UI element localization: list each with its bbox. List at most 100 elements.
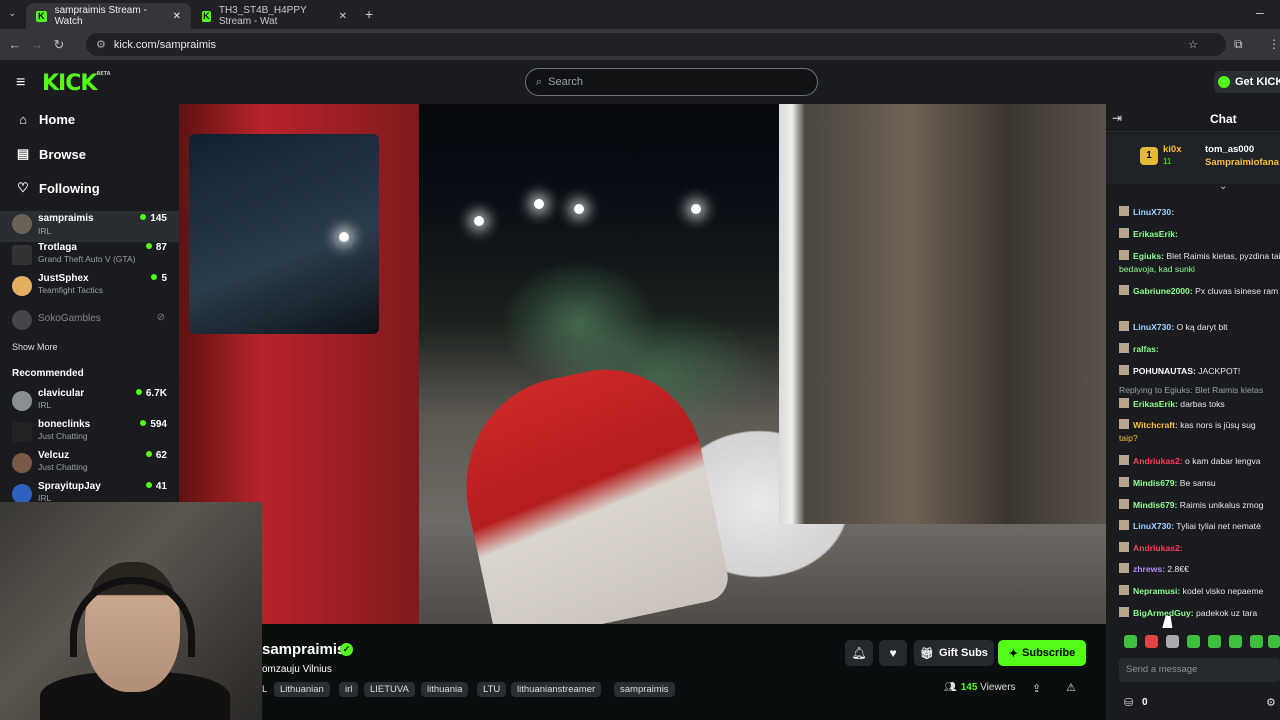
emote-icon[interactable] xyxy=(1250,635,1263,648)
new-tab-icon[interactable]: + xyxy=(365,6,373,22)
tag-item[interactable]: lithuania xyxy=(421,682,469,697)
emote-icon[interactable] xyxy=(1187,635,1200,648)
chat-panel xyxy=(1106,104,1280,720)
pinned-gifters: 1 ki0x 11 tom_as000 Sampraimiofana xyxy=(1106,134,1280,184)
tag-item[interactable]: Lithuanian xyxy=(274,682,330,697)
chat-settings-gear-icon[interactable]: ⚙ xyxy=(1266,696,1276,709)
tab-sampraimis[interactable]: K sampraimis Stream - Watch ✕ xyxy=(26,3,191,29)
emote-icon[interactable] xyxy=(1124,635,1137,648)
sidebar-channel-clavicular[interactable]: clavicular IRL 6.7K xyxy=(0,388,179,419)
sidebar-channel-sampraimis[interactable]: sampraimis IRL 145 xyxy=(0,211,179,242)
tab-list-icon[interactable]: ⌄ xyxy=(8,8,16,19)
tab-th3[interactable]: K TH3_ST4B_H4PPY Stream - Wat ✕ xyxy=(192,3,357,29)
tag-item[interactable]: LTU xyxy=(477,682,507,697)
chat-badge-icon xyxy=(1119,321,1129,331)
chat-username[interactable]: Mindis679: xyxy=(1133,500,1177,510)
show-more-link[interactable]: Show More xyxy=(12,342,58,352)
video-player[interactable] xyxy=(179,104,1106,624)
chat-username[interactable]: Nepramusi: xyxy=(1133,586,1180,596)
chat-username[interactable]: Andriukas2: xyxy=(1133,543,1183,553)
kick-logo[interactable]: KICKBETA xyxy=(42,71,111,96)
video-streetlight xyxy=(339,232,349,242)
sidebar-channel-trotlaga[interactable]: Trotlaga Grand Theft Auto V (GTA) 87 xyxy=(0,242,179,273)
tag-item[interactable]: irl xyxy=(339,682,359,697)
follow-heart-button[interactable]: ♥ xyxy=(879,640,907,666)
headphones-icon xyxy=(70,577,195,657)
nav-following[interactable]: ♡ Following xyxy=(16,180,99,196)
report-warning-icon[interactable]: ⚠ xyxy=(1066,681,1076,694)
hamburger-menu-icon[interactable]: ≡ xyxy=(16,74,25,92)
site-info-icon[interactable]: ⚙ xyxy=(96,38,106,51)
chat-message: BigArmedGuy: padekok uz tara xyxy=(1119,607,1280,619)
chat-username[interactable]: ErikasErik: xyxy=(1133,229,1178,239)
chat-username[interactable]: Gabriune2000: xyxy=(1133,286,1193,296)
chat-username[interactable]: ErikasErik: xyxy=(1133,399,1178,409)
gift-subs-button[interactable]: 🎁︎ Gift Subs xyxy=(914,640,994,666)
chat-message: zhrews: 2.8€€ xyxy=(1119,563,1280,575)
verified-icon: ✓ xyxy=(340,643,353,656)
sidebar-channel-sokogambles[interactable]: SokoGambles ⊘ xyxy=(0,310,179,341)
emote-icon[interactable] xyxy=(1145,635,1158,648)
chat-username[interactable]: LinuX730: xyxy=(1133,207,1174,217)
chat-username[interactable]: BigArmedGuy: xyxy=(1133,608,1194,618)
browser-menu-icon[interactable]: ⋮ xyxy=(1268,37,1280,51)
pinned-user[interactable]: ki0x xyxy=(1163,144,1182,155)
extensions-icon[interactable]: ⧉ xyxy=(1234,37,1243,52)
chat-username[interactable]: Witchcraft: xyxy=(1133,420,1178,430)
chat-message: ErikasErik: darbas toks xyxy=(1119,398,1280,410)
nav-browse[interactable]: ▤ Browse xyxy=(16,146,86,162)
get-kicks-button[interactable]: Get KICKs xyxy=(1214,71,1280,93)
emote-icon[interactable] xyxy=(1229,635,1242,648)
pinned-user[interactable]: tom_as000 xyxy=(1205,144,1254,155)
emote-icon[interactable] xyxy=(1208,635,1221,648)
bookmark-star-icon[interactable]: ☆ xyxy=(1188,38,1198,51)
chat-badge-icon xyxy=(1119,343,1129,353)
sidebar-channel-velcuz[interactable]: Velcuz Just Chatting 62 xyxy=(0,450,179,481)
recommended-heading: Recommended xyxy=(12,368,84,379)
tab-close-icon[interactable]: ✕ xyxy=(173,11,181,22)
tag-item[interactable]: LIETUVA xyxy=(364,682,415,697)
chat-badge-icon xyxy=(1119,419,1129,429)
emote-icon[interactable] xyxy=(1166,635,1179,648)
chat-badge-icon xyxy=(1119,477,1129,487)
search-placeholder: Search xyxy=(548,76,584,88)
emote-icon[interactable] xyxy=(1268,635,1280,648)
sidebar-channel-boneclinks[interactable]: boneclinks Just Chatting 594 xyxy=(0,419,179,450)
streamer-name[interactable]: sampraimis xyxy=(262,641,345,658)
chat-username[interactable]: ralfas: xyxy=(1133,344,1159,354)
notification-bell-button[interactable]: 🔔︎ xyxy=(845,640,873,666)
chat-username[interactable]: Egiuks: xyxy=(1133,251,1164,261)
chat-text: JACKPOT! xyxy=(1195,366,1241,376)
chat-username[interactable]: zhrews: xyxy=(1133,564,1165,574)
tag-item[interactable]: lithuanianstreamer xyxy=(511,682,602,697)
chat-message-input[interactable]: Send a message xyxy=(1119,658,1280,682)
url-field[interactable]: ⚙ kick.com/sampraimis ☆ xyxy=(86,33,1226,56)
forward-icon[interactable]: → xyxy=(26,37,48,52)
url-text: kick.com/sampraimis xyxy=(113,38,216,51)
minimize-icon[interactable]: – xyxy=(1256,4,1264,20)
chat-username[interactable]: POHUNAUTAS: xyxy=(1133,366,1196,376)
sidebar-channel-justsphex[interactable]: JustSphex Teamfight Tactics 5 xyxy=(0,273,179,304)
chat-username[interactable]: Mindis679: xyxy=(1133,478,1177,488)
chat-text: 2.8€€ xyxy=(1165,564,1189,574)
chat-username[interactable]: LinuX730: xyxy=(1133,521,1174,531)
search-input[interactable]: ⌕ Search xyxy=(525,68,818,96)
chat-username[interactable]: LinuX730: xyxy=(1133,322,1174,332)
stream-info-bar xyxy=(262,624,1106,720)
webcam-overlay xyxy=(0,502,262,720)
tag-item[interactable]: sampraimis xyxy=(614,682,675,697)
reload-icon[interactable]: ↻ xyxy=(48,37,70,53)
tab-close-icon[interactable]: ✕ xyxy=(339,11,347,22)
back-icon[interactable]: ← xyxy=(4,37,26,52)
nav-home[interactable]: ⌂ Home xyxy=(16,112,75,127)
expand-pinned-icon[interactable]: ⌄ xyxy=(1219,181,1227,192)
chat-message: Andriukas2: xyxy=(1119,542,1280,554)
pinned-user[interactable]: Sampraimiofana xyxy=(1205,157,1279,168)
collapse-chat-icon[interactable]: ⇥ xyxy=(1112,111,1122,125)
chat-username[interactable]: Andriukas2: xyxy=(1133,456,1183,466)
share-icon[interactable]: ⇪ xyxy=(1032,682,1041,695)
chat-message: bedavoja, kad sunki xyxy=(1119,263,1280,275)
avatar xyxy=(12,484,32,504)
chat-text: o kam dabar lengva xyxy=(1182,456,1261,466)
subscribe-button[interactable]: ✦ Subscribe xyxy=(998,640,1086,666)
